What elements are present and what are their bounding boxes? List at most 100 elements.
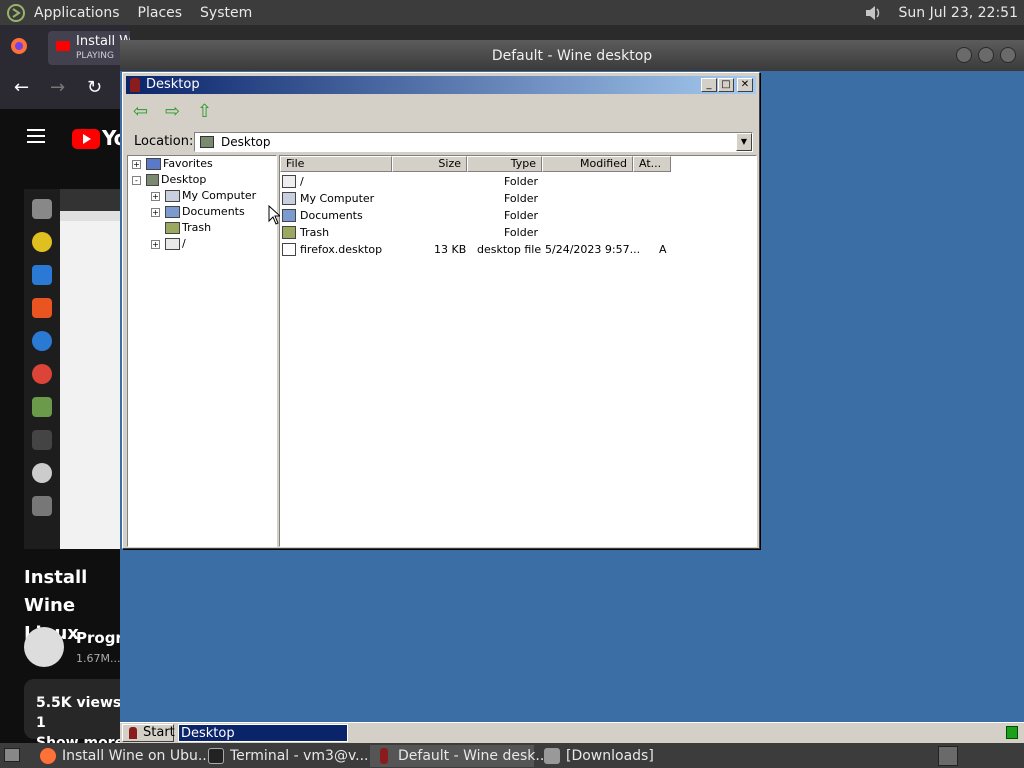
file-type: Folder xyxy=(504,226,538,239)
tree-label: Trash xyxy=(182,221,212,234)
channel-avatar[interactable] xyxy=(24,627,64,667)
minimize-icon[interactable] xyxy=(956,47,972,63)
applications-menu[interactable]: Applications xyxy=(34,5,120,21)
video-player[interactable] xyxy=(24,189,130,549)
forward-icon[interactable]: → xyxy=(50,77,65,98)
file-type: Folder xyxy=(504,192,538,205)
trash-icon xyxy=(165,222,180,234)
dropdown-arrow-icon[interactable]: ▼ xyxy=(736,133,752,151)
file-name: / xyxy=(300,175,304,188)
explorer-titlebar[interactable]: Desktop _ □ ✕ xyxy=(126,76,756,94)
explorer-window: Desktop _ □ ✕ ⇦ ⇨ ⇧ Location: Desktop ▼ … xyxy=(122,72,760,549)
system-menu[interactable]: System xyxy=(200,5,252,21)
taskbar-item-desktop[interactable]: Desktop xyxy=(178,724,348,742)
wine-glass-icon xyxy=(380,748,388,764)
expand-icon[interactable]: + xyxy=(151,207,160,217)
tray-indicator-icon[interactable] xyxy=(1006,726,1018,739)
description-box[interactable]: 5.5K views 1 Show more xyxy=(24,679,130,743)
back-arrow-icon[interactable]: ⇦ xyxy=(133,103,155,121)
file-name: Trash xyxy=(300,226,330,239)
file-row[interactable]: firefox.desktop 13 KB desktop file 5/24/… xyxy=(280,241,756,258)
volume-icon[interactable] xyxy=(863,3,883,23)
tree-node-desktop[interactable]: - Desktop xyxy=(132,172,206,188)
terminal-icon xyxy=(208,748,224,764)
column-header-size[interactable]: Size xyxy=(392,156,467,172)
taskbar-item-terminal[interactable]: Terminal - vm3@v... xyxy=(202,745,369,767)
menu-icon[interactable] xyxy=(27,129,45,143)
tree-node-favorites[interactable]: + Favorites xyxy=(132,156,213,172)
firefox-icon[interactable] xyxy=(10,37,28,55)
clock[interactable]: Sun Jul 23, 22:51 xyxy=(899,5,1019,21)
tab-playing-label: PLAYING xyxy=(76,51,114,61)
folder-icon xyxy=(544,748,560,764)
desktop-icon xyxy=(200,136,214,148)
drive-icon xyxy=(282,175,296,188)
minimize-button[interactable]: _ xyxy=(701,78,717,92)
top-panel: Applications Places System Sun Jul 23, 2… xyxy=(0,0,1024,25)
firefox-window: Install Wine on Ubuntu 22.0 PLAYING ← → … xyxy=(0,25,130,743)
collapse-icon[interactable]: - xyxy=(132,175,141,185)
view-count: 5.5K views 1 xyxy=(36,695,122,731)
reload-icon[interactable]: ↻ xyxy=(87,77,102,98)
taskbar-item-label: Install Wine on Ubu... xyxy=(62,748,212,764)
firefox-navbar: ← → ↻ xyxy=(0,69,130,109)
maximize-button[interactable]: □ xyxy=(718,78,734,92)
column-header-type[interactable]: Type xyxy=(467,156,542,172)
taskbar-item-label: [Downloads] xyxy=(566,748,654,764)
start-button[interactable]: Start xyxy=(122,724,175,742)
distro-logo-icon[interactable] xyxy=(6,3,26,23)
start-label: Start xyxy=(143,725,175,740)
back-icon[interactable]: ← xyxy=(14,77,29,98)
up-arrow-icon[interactable]: ⇧ xyxy=(197,103,219,121)
firefox-tab[interactable]: Install Wine on Ubuntu 22.0 PLAYING xyxy=(48,31,130,65)
tree-node-documents[interactable]: + Documents xyxy=(151,204,245,220)
navigation-toolbar: ⇦ ⇨ ⇧ xyxy=(133,103,229,121)
taskbar-item-wine-desktop[interactable]: Default - Wine desk... xyxy=(370,745,549,767)
file-row[interactable]: My Computer Folder xyxy=(280,190,756,207)
taskbar-item-label: Default - Wine desk... xyxy=(398,748,549,764)
file-name: firefox.desktop xyxy=(300,243,383,256)
drive-icon xyxy=(165,238,180,250)
taskbar-item-label: Terminal - vm3@v... xyxy=(230,748,369,764)
close-button[interactable]: ✕ xyxy=(737,78,753,92)
computer-icon xyxy=(282,192,296,205)
column-header-modified[interactable]: Modified xyxy=(542,156,633,172)
places-menu[interactable]: Places xyxy=(138,5,183,21)
tree-label: / xyxy=(182,237,186,250)
file-row[interactable]: Trash Folder xyxy=(280,224,756,241)
bottom-panel: Install Wine on Ubu... Terminal - vm3@v.… xyxy=(0,743,1024,768)
documents-folder-icon xyxy=(282,209,296,222)
taskbar-item-firefox[interactable]: Install Wine on Ubu... xyxy=(34,745,211,767)
close-icon[interactable] xyxy=(1000,47,1016,63)
forward-arrow-icon[interactable]: ⇨ xyxy=(165,103,187,121)
file-row[interactable]: Documents Folder xyxy=(280,207,756,224)
maximize-icon[interactable] xyxy=(978,47,994,63)
column-header-file[interactable]: File xyxy=(280,156,392,172)
expand-icon[interactable]: + xyxy=(151,191,160,201)
expand-icon[interactable]: + xyxy=(151,239,160,249)
file-row[interactable]: / Folder xyxy=(280,173,756,190)
file-modified: 5/24/2023 9:57... xyxy=(545,243,641,256)
tree-label: My Computer xyxy=(182,189,257,202)
show-more-link[interactable]: Show more xyxy=(36,733,130,743)
expand-icon[interactable]: + xyxy=(132,159,141,169)
tree-node-trash[interactable]: Trash xyxy=(165,220,211,236)
wine-desktop-titlebar[interactable]: Default - Wine desktop xyxy=(120,40,1024,71)
column-header-attributes[interactable]: At... xyxy=(633,156,671,172)
file-name: My Computer xyxy=(300,192,375,205)
youtube-page: Yo Install Wine Linux Progr... 1.67M... … xyxy=(0,109,130,743)
taskbar-item-downloads[interactable]: [Downloads] xyxy=(538,745,702,767)
firefox-icon xyxy=(40,748,56,764)
location-value: Desktop xyxy=(221,135,271,149)
tree-node-root[interactable]: + / xyxy=(151,236,186,252)
workspace-switcher[interactable] xyxy=(938,746,958,766)
documents-folder-icon xyxy=(165,206,180,218)
computer-icon xyxy=(165,190,180,202)
file-type: desktop file xyxy=(477,243,542,256)
youtube-logo-icon[interactable] xyxy=(72,129,100,149)
show-desktop-icon[interactable] xyxy=(4,748,20,762)
folder-icon xyxy=(146,158,161,170)
file-size: 13 KB xyxy=(434,243,467,256)
location-combobox[interactable]: Desktop ▼ xyxy=(194,132,753,152)
tree-node-my-computer[interactable]: + My Computer xyxy=(151,188,256,204)
